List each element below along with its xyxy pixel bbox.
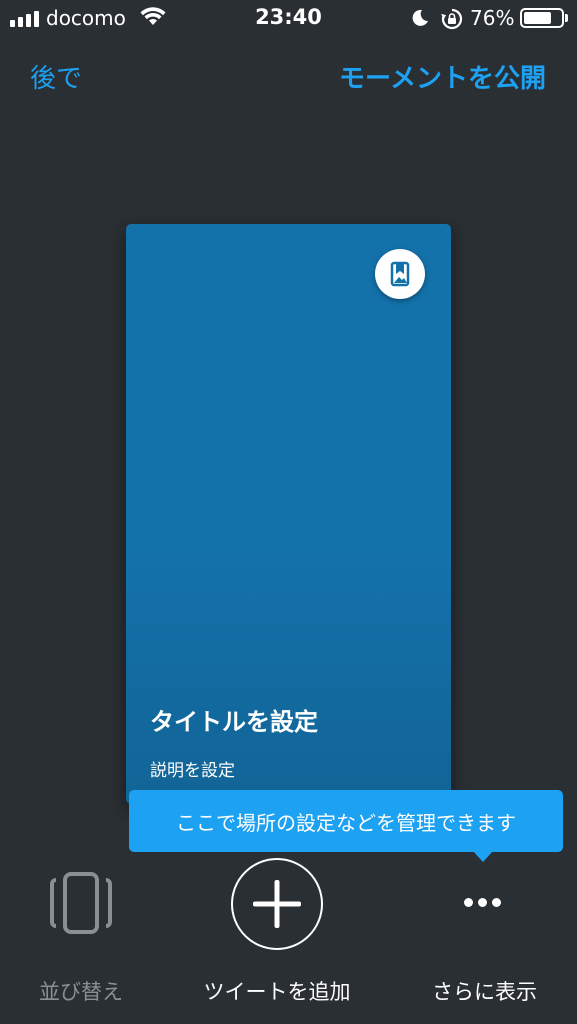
battery-icon: [520, 8, 564, 28]
later-button[interactable]: 後で: [30, 58, 82, 95]
bookmark-icon: [390, 261, 410, 287]
add-circle: [231, 858, 323, 950]
status-bar: docomo 23:40 76%: [0, 0, 577, 38]
moment-editor-screen: docomo 23:40 76% 後で モーメントを公開 タイトルを設定 説明を…: [0, 0, 577, 1024]
moon-icon: [410, 8, 430, 32]
reorder-label: 並び替え: [39, 980, 123, 1004]
card-title[interactable]: タイトルを設定: [150, 702, 318, 737]
moment-cover-card[interactable]: タイトルを設定 説明を設定: [126, 224, 451, 804]
battery-tip: [565, 14, 568, 22]
reorder-button[interactable]: 並び替え: [26, 858, 136, 1004]
add-tweet-button[interactable]: ツイートを追加: [188, 858, 366, 1004]
bookmark-button[interactable]: [375, 249, 425, 299]
more-icon: [464, 898, 501, 907]
reorder-icon: [50, 872, 112, 934]
tooltip: ここで場所の設定などを管理できます: [129, 790, 563, 852]
rotation-lock-icon: [441, 8, 463, 34]
card-description[interactable]: 説明を設定: [150, 756, 235, 781]
battery-percent: 76%: [470, 6, 515, 30]
more-label: さらに表示: [432, 980, 537, 1004]
add-tweet-label: ツイートを追加: [203, 980, 351, 1004]
publish-moment-button[interactable]: モーメントを公開: [339, 58, 546, 95]
plus-icon: [253, 880, 301, 928]
more-button[interactable]: さらに表示: [412, 858, 557, 1004]
